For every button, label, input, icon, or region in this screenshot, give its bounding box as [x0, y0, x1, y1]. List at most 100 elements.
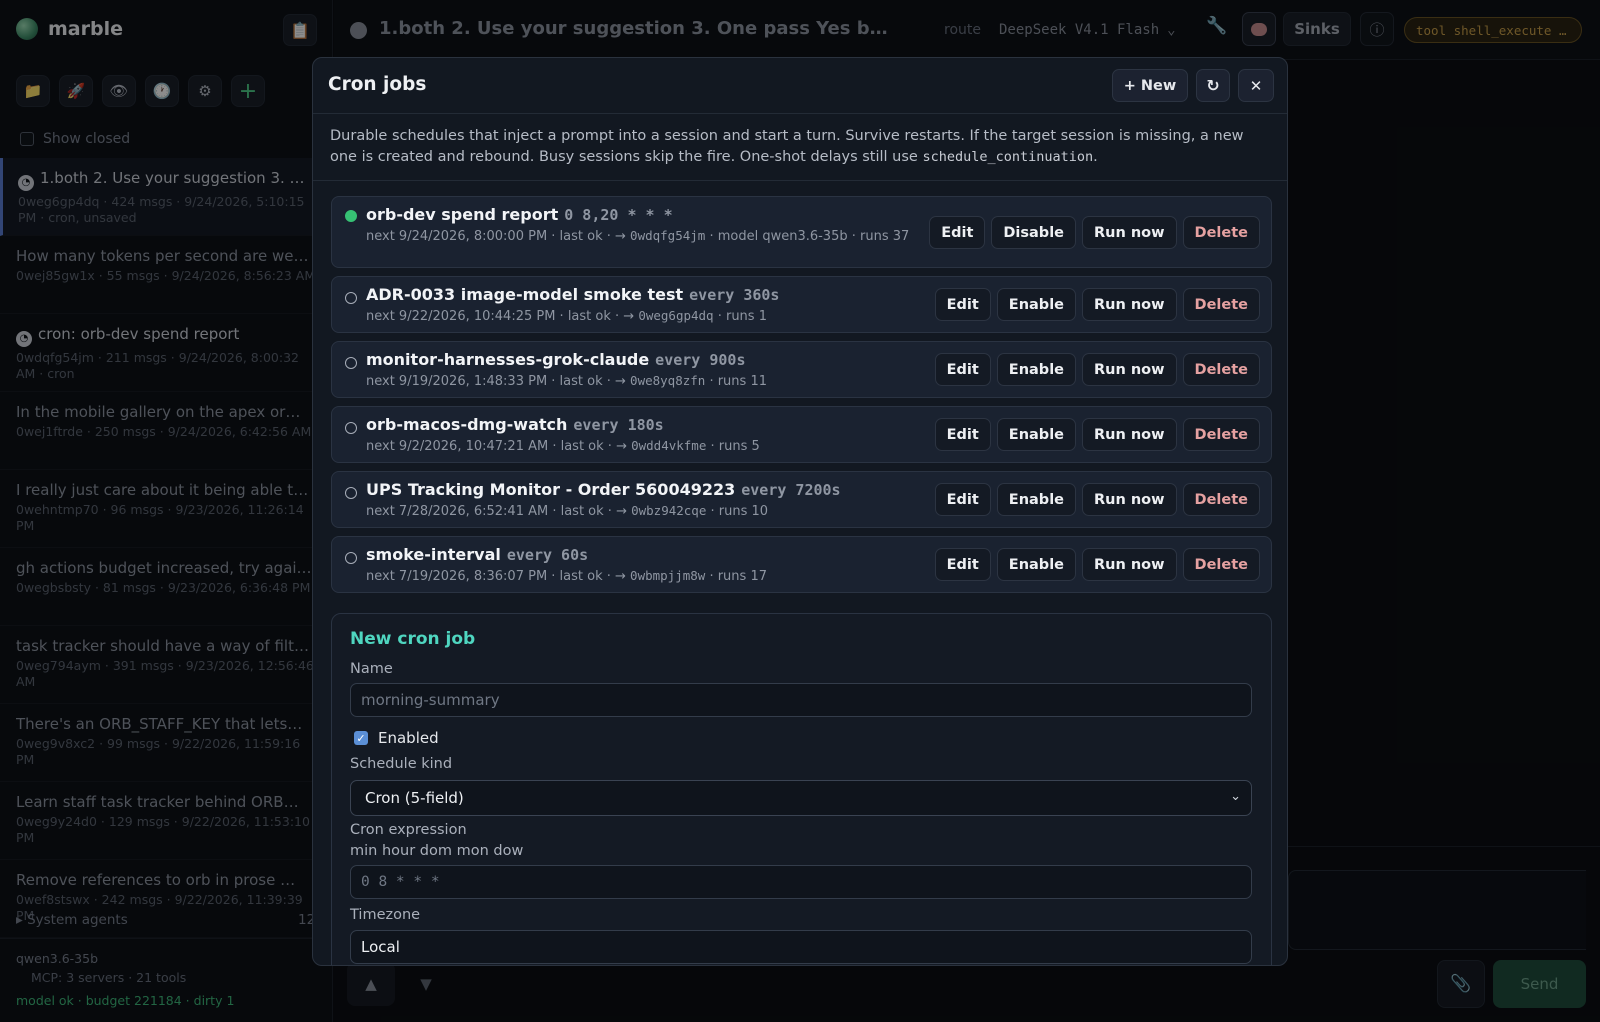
enable-button[interactable]: Enable: [996, 353, 1076, 386]
schedule-kind-select[interactable]: Cron (5-field) ⌄: [350, 780, 1252, 816]
cron-expression-input[interactable]: 0 8 * * *: [350, 865, 1252, 899]
enabled-checkbox[interactable]: ✓: [354, 731, 368, 745]
job-target-session[interactable]: 0we8yq8zfn: [630, 373, 705, 388]
dialog-header: Cron jobs + New ↻ ✕: [313, 58, 1287, 114]
job-next-run: next 9/19/2026, 1:48:33 PM · last ok · →: [366, 374, 631, 389]
cron-job-meta: next 9/19/2026, 1:48:33 PM · last ok · →…: [366, 372, 926, 390]
edit-button[interactable]: Edit: [934, 418, 991, 451]
refresh-icon[interactable]: ↻: [1196, 69, 1230, 102]
timezone-input[interactable]: Local: [350, 930, 1252, 964]
cron-job-actions: Edit Enable Run now Delete: [934, 353, 1260, 386]
name-input[interactable]: morning-summary: [350, 683, 1252, 717]
run-now-button[interactable]: Run now: [1082, 288, 1177, 321]
run-now-button[interactable]: Run now: [1082, 548, 1177, 581]
job-name-text: orb-dev spend report: [366, 205, 559, 224]
disabled-status-dot: [345, 552, 357, 564]
cron-job-meta: next 9/2/2026, 10:47:21 AM · last ok · →…: [366, 437, 926, 455]
disabled-status-dot: [345, 357, 357, 369]
edit-button[interactable]: Edit: [934, 548, 991, 581]
new-cron-form: New cron job Name morning-summary ✓ Enab…: [331, 613, 1272, 965]
job-name-text: monitor-harnesses-grok-claude: [366, 350, 650, 369]
cron-job-row: orb-dev spend report 0 8,20 * * * next 9/2…: [331, 196, 1272, 268]
name-label: Name: [350, 661, 393, 677]
job-name-text: smoke-interval: [366, 545, 501, 564]
job-schedule: every 900s: [655, 351, 746, 369]
cron-job-actions: Edit Disable Run now Delete: [929, 216, 1260, 249]
cron-job-meta: next 7/28/2026, 6:52:41 AM · last ok · →…: [366, 502, 926, 520]
edit-button[interactable]: Edit: [934, 288, 991, 321]
cron-job-actions: Edit Enable Run now Delete: [934, 483, 1260, 516]
disabled-status-dot: [345, 487, 357, 499]
cron-job-row: ADR-0033 image-model smoke test every 360…: [331, 276, 1272, 333]
enable-button[interactable]: Enable: [996, 288, 1076, 321]
cron-job-name: smoke-interval every 60s: [366, 545, 588, 564]
job-name-text: UPS Tracking Monitor - Order 560049223: [366, 480, 736, 499]
job-schedule: every 7200s: [741, 481, 841, 499]
cron-job-row: orb-macos-dmg-watch every 180s next 9/2/20…: [331, 406, 1272, 463]
delete-button[interactable]: Delete: [1182, 483, 1260, 516]
delete-button[interactable]: Delete: [1182, 548, 1260, 581]
cron-job-meta: next 7/19/2026, 8:36:07 PM · last ok · →…: [366, 567, 926, 585]
enabled-status-dot: [345, 210, 357, 222]
job-target-session[interactable]: 0wbz942cqe: [631, 503, 706, 518]
enabled-toggle[interactable]: ✓ Enabled: [354, 729, 439, 747]
description-text: Durable schedules that inject a prompt i…: [330, 128, 1244, 165]
job-name-text: ADR-0033 image-model smoke test: [366, 285, 684, 304]
cron-expression-hint: min hour dom mon dow: [350, 843, 524, 859]
job-run-stats: · runs 11: [705, 374, 767, 389]
dialog-title: Cron jobs: [328, 74, 427, 95]
disabled-status-dot: [345, 292, 357, 304]
cron-job-name: UPS Tracking Monitor - Order 560049223 ev…: [366, 480, 841, 499]
chevron-down-icon: ⌄: [1230, 789, 1241, 804]
close-icon[interactable]: ✕: [1238, 69, 1274, 102]
delete-button[interactable]: Delete: [1182, 216, 1260, 249]
disabled-status-dot: [345, 422, 357, 434]
job-next-run: next 7/19/2026, 8:36:07 PM · last ok · →: [366, 569, 631, 584]
schedule-kind-label: Schedule kind: [350, 756, 453, 772]
job-target-session[interactable]: 0wbmpjjm8w: [630, 568, 705, 583]
job-target-session[interactable]: 0weg6gp4dq: [638, 308, 713, 323]
enable-button[interactable]: Enable: [996, 548, 1076, 581]
run-now-button[interactable]: Run now: [1082, 353, 1177, 386]
cron-jobs-dialog: Cron jobs + New ↻ ✕ Durable schedules th…: [312, 57, 1288, 966]
schedule-kind-value: Cron (5-field): [365, 789, 464, 807]
disable-button[interactable]: Disable: [991, 216, 1076, 249]
edit-button[interactable]: Edit: [934, 353, 991, 386]
cron-expression-label: Cron expression: [350, 822, 467, 838]
run-now-button[interactable]: Run now: [1082, 216, 1177, 249]
job-run-stats: · runs 5: [706, 439, 760, 454]
enable-button[interactable]: Enable: [996, 418, 1076, 451]
delete-button[interactable]: Delete: [1182, 353, 1260, 386]
job-next-run: next 9/22/2026, 10:44:25 PM · last ok · …: [366, 309, 639, 324]
cron-job-list: orb-dev spend report 0 8,20 * * * next 9/2…: [331, 196, 1272, 601]
cron-job-actions: Edit Enable Run now Delete: [934, 548, 1260, 581]
job-run-stats: · model qwen3.6-35b · runs 37: [705, 229, 910, 244]
cron-job-actions: Edit Enable Run now Delete: [934, 418, 1260, 451]
cron-job-name: monitor-harnesses-grok-claude every 900s: [366, 350, 745, 369]
form-title: New cron job: [350, 629, 476, 649]
edit-button[interactable]: Edit: [934, 483, 991, 516]
enable-button[interactable]: Enable: [996, 483, 1076, 516]
job-next-run: next 9/24/2026, 8:00:00 PM · last ok · →: [366, 229, 631, 244]
run-now-button[interactable]: Run now: [1082, 483, 1177, 516]
job-run-stats: · runs 10: [706, 504, 769, 519]
job-name-text: orb-macos-dmg-watch: [366, 415, 568, 434]
cron-job-row: smoke-interval every 60s next 7/19/2026, 8…: [331, 536, 1272, 593]
timezone-label: Timezone: [350, 907, 421, 923]
dialog-divider: [313, 180, 1287, 181]
edit-button[interactable]: Edit: [929, 216, 986, 249]
cron-job-meta: next 9/24/2026, 8:00:00 PM · last ok · →…: [366, 227, 911, 245]
job-target-session[interactable]: 0wdd4vkfme: [631, 438, 706, 453]
delete-button[interactable]: Delete: [1182, 288, 1260, 321]
cron-job-name: ADR-0033 image-model smoke test every 360…: [366, 285, 779, 304]
description-code: schedule_continuation: [922, 149, 1094, 165]
cron-job-row: monitor-harnesses-grok-claude every 900s n…: [331, 341, 1272, 398]
delete-button[interactable]: Delete: [1182, 418, 1260, 451]
cron-job-meta: next 9/22/2026, 10:44:25 PM · last ok · …: [366, 307, 926, 325]
cron-job-row: UPS Tracking Monitor - Order 560049223 ev…: [331, 471, 1272, 528]
job-target-session[interactable]: 0wdqfg54jm: [630, 228, 705, 243]
job-schedule: every 60s: [506, 546, 589, 564]
dialog-description: Durable schedules that inject a prompt i…: [330, 126, 1270, 168]
run-now-button[interactable]: Run now: [1082, 418, 1177, 451]
new-cron-button[interactable]: + New: [1112, 69, 1188, 102]
